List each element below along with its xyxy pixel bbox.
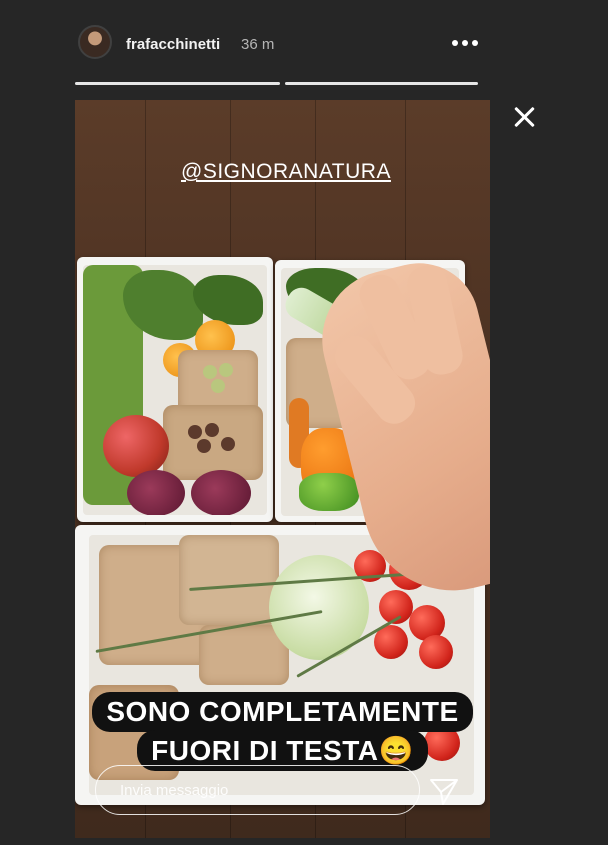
more-horizontal-icon-svg (452, 40, 478, 46)
story-header: frafacchinetti 36 m (0, 0, 608, 90)
more-horizontal-icon[interactable] (448, 30, 482, 56)
username[interactable]: frafacchinetti (126, 36, 220, 53)
avatar[interactable] (78, 25, 112, 59)
story-progress-bar (285, 82, 478, 85)
story-progress-bar (75, 82, 280, 85)
send-icon-svg (430, 779, 458, 805)
timestamp: 36 m (241, 36, 275, 53)
story-caption-line-1: SONO COMPLETAMENTE (75, 692, 490, 732)
send-icon[interactable] (427, 774, 461, 808)
caption-text: SONO COMPLETAMENTE (92, 692, 473, 732)
story-media[interactable]: @SIGNORANATURA SONO COMPLETAMENTE FUORI … (75, 100, 490, 838)
story-mention[interactable]: @SIGNORANATURA (181, 160, 391, 184)
message-input[interactable] (95, 765, 420, 815)
produce-box (77, 257, 273, 522)
close-icon[interactable] (511, 103, 539, 131)
